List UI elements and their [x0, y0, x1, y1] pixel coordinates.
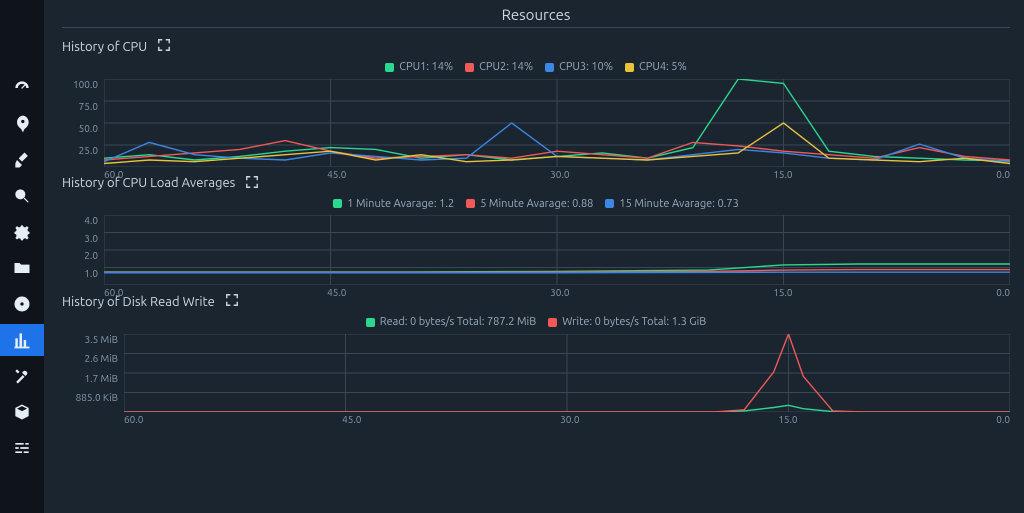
rocket-icon: [12, 114, 32, 134]
axis-tick: 45.0: [342, 414, 361, 425]
chart-disk: [124, 334, 1010, 412]
expand-icon[interactable]: [157, 38, 171, 55]
legend-swatch: [466, 199, 475, 208]
axis-tick: 25.0: [79, 145, 98, 156]
sidebar-item-files[interactable]: [0, 396, 44, 428]
axis-tick: 0.0: [996, 414, 1010, 425]
panel-disk: History of Disk Read Write Read: 0 bytes…: [62, 293, 1010, 412]
axis-tick: 60.0: [124, 414, 143, 425]
panel-cpu: History of CPU CPU1: 14% CPU2: 14% CPU3: 1…: [62, 38, 1010, 167]
search-icon: [12, 186, 32, 206]
legend-item: CPU1: 14%: [385, 61, 453, 73]
x-axis: 60.0 45.0 30.0 15.0 0.0: [104, 167, 1010, 180]
legend-label: 5 Minute Avarage: 0.88: [480, 198, 593, 210]
axis-tick: 30.0: [550, 287, 569, 298]
gauge-icon: [12, 78, 32, 98]
folder-icon: [12, 258, 32, 278]
legend-disk: Read: 0 bytes/s Total: 787.2 MiB Write: 0…: [62, 316, 1010, 330]
legend-swatch: [465, 63, 474, 72]
series-15 Minute: [104, 272, 1010, 273]
legend-swatch: [385, 63, 394, 72]
axis-tick: 100.0: [73, 79, 98, 90]
sidebar-item-packages[interactable]: [0, 252, 44, 284]
legend-label: Read: 0 bytes/s Total: 787.2 MiB: [380, 316, 536, 328]
sidebar-item-resources[interactable]: [0, 324, 44, 356]
legend-label: 15 Minute Avarage: 0.73: [619, 198, 738, 210]
axis-tick: 60.0: [104, 169, 123, 180]
legend-swatch: [366, 318, 375, 327]
sidebar-item-cleaner[interactable]: [0, 144, 44, 176]
legend-item: Read: 0 bytes/s Total: 787.2 MiB: [366, 316, 536, 328]
tools-icon: [12, 366, 32, 386]
legend-swatch: [333, 199, 342, 208]
sidebar-item-disk[interactable]: [0, 288, 44, 320]
disk-icon: [12, 294, 32, 314]
y-axis: 100.0 75.0 50.0 25.0: [62, 79, 104, 167]
sidebar: [0, 0, 44, 513]
sidebar-item-services[interactable]: [0, 216, 44, 248]
axis-tick: 30.0: [550, 169, 569, 180]
legend-label: CPU1: 14%: [399, 61, 453, 73]
panel-title-cpu: History of CPU: [62, 40, 147, 54]
axis-tick: 3.0: [84, 233, 98, 244]
legend-item: CPU2: 14%: [465, 61, 533, 73]
axis-tick: 0.0: [996, 169, 1010, 180]
axis-tick: 30.0: [560, 414, 579, 425]
x-axis: 60.0 45.0 30.0 15.0 0.0: [124, 412, 1010, 425]
axis-tick: 0.0: [996, 287, 1010, 298]
sidebar-item-settings[interactable]: [0, 432, 44, 464]
axis-tick: 15.0: [773, 169, 792, 180]
legend-item: CPU4: 5%: [625, 61, 687, 73]
legend-label: CPU3: 10%: [559, 61, 613, 73]
axis-tick: 4.0: [84, 215, 98, 226]
legend-load: 1 Minute Avarage: 1.2 5 Minute Avarage: 0…: [62, 198, 1010, 212]
axis-tick: 15.0: [773, 287, 792, 298]
chart-icon: [12, 330, 32, 350]
gear-icon: [12, 222, 32, 242]
legend-label: 1 Minute Avarage: 1.2: [347, 198, 454, 210]
panel-load: History of CPU Load Averages 1 Minute Av…: [62, 175, 1010, 286]
x-axis: 60.0 45.0 30.0 15.0 0.0: [104, 285, 1010, 298]
y-axis: 4.0 3.0 2.0 1.0: [62, 215, 104, 285]
legend-swatch: [625, 63, 634, 72]
chart-load: [104, 215, 1010, 285]
chart-cpu: [104, 79, 1010, 167]
axis-tick: 45.0: [327, 169, 346, 180]
legend-item: CPU3: 10%: [545, 61, 613, 73]
y-axis: 3.5 MiB 2.6 MiB 1.7 MiB 885.0 KiB: [62, 334, 124, 412]
axis-tick: 75.0: [79, 101, 98, 112]
legend-item: 5 Minute Avarage: 0.88: [466, 198, 593, 210]
legend-cpu: CPU1: 14% CPU2: 14% CPU3: 10% CPU4: 5%: [62, 61, 1010, 75]
axis-tick: 3.5 MiB: [85, 334, 119, 345]
legend-swatch: [545, 63, 554, 72]
legend-label: CPU2: 14%: [479, 61, 533, 73]
legend-label: Write: 0 bytes/s Total: 1.3 GiB: [562, 316, 706, 328]
axis-tick: 1.7 MiB: [85, 373, 119, 384]
sidebar-item-search[interactable]: [0, 180, 44, 212]
sidebar-item-tools[interactable]: [0, 360, 44, 392]
broom-icon: [12, 150, 32, 170]
legend-item: 1 Minute Avarage: 1.2: [333, 198, 454, 210]
legend-item: Write: 0 bytes/s Total: 1.3 GiB: [548, 316, 706, 328]
page-title: Resources: [62, 6, 1010, 28]
sidebar-item-startup[interactable]: [0, 108, 44, 140]
main-content: Resources History of CPU CPU1: 14% CPU2: …: [44, 0, 1024, 513]
axis-tick: 45.0: [327, 287, 346, 298]
axis-tick: 885.0 KiB: [76, 392, 118, 403]
legend-swatch: [548, 318, 557, 327]
legend-item: 15 Minute Avarage: 0.73: [605, 198, 738, 210]
sidebar-item-dashboard[interactable]: [0, 72, 44, 104]
legend-swatch: [605, 199, 614, 208]
axis-tick: 1.0: [84, 268, 98, 279]
axis-tick: 60.0: [104, 287, 123, 298]
axis-tick: 2.0: [84, 250, 98, 261]
axis-tick: 15.0: [778, 414, 797, 425]
axis-tick: 2.6 MiB: [85, 353, 119, 364]
sliders-icon: [12, 438, 32, 458]
box-icon: [12, 402, 32, 422]
legend-label: CPU4: 5%: [639, 61, 687, 73]
axis-tick: 50.0: [79, 123, 98, 134]
